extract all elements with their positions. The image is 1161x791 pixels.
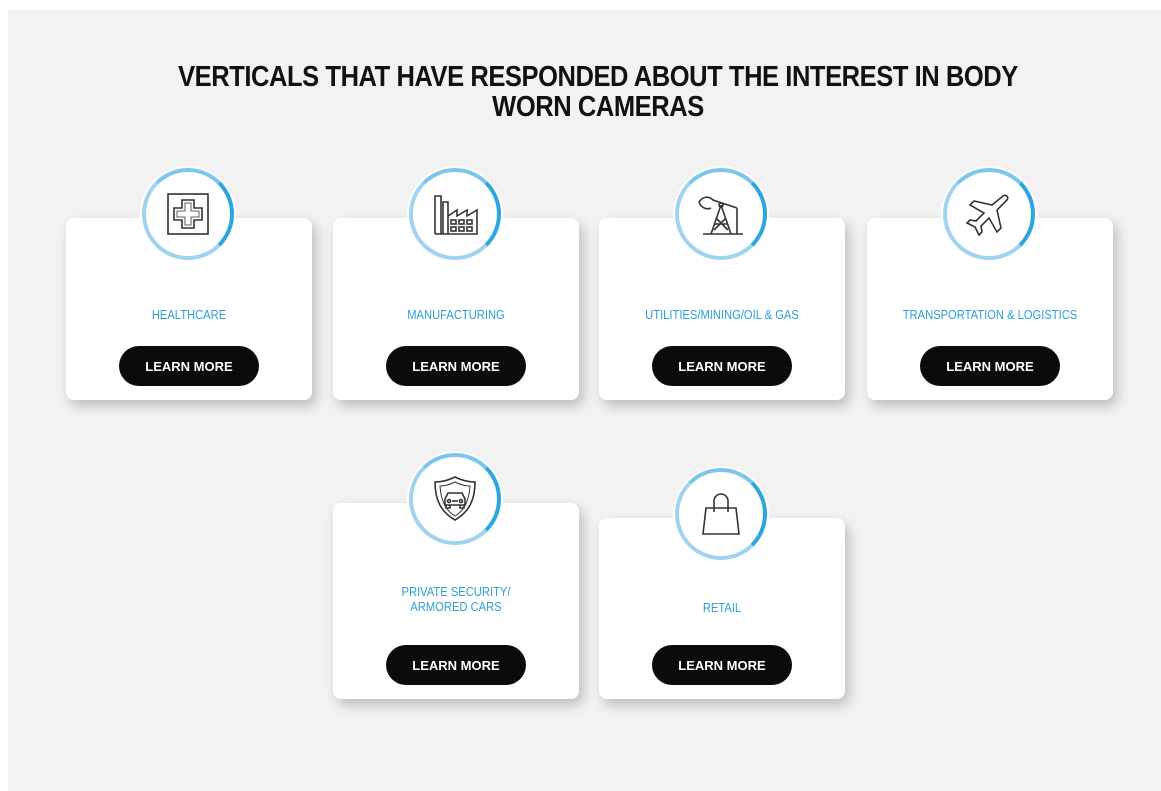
vertical-label: PRIVATE SECURITY/ ARMORED CARS <box>350 584 562 614</box>
icon-badge <box>675 168 767 260</box>
factory-icon <box>434 195 478 235</box>
vertical-card-retail: RETAIL LEARN MORE <box>599 468 845 699</box>
vertical-label: MANUFACTURING <box>350 307 562 322</box>
learn-more-button-utilities[interactable]: LEARN MORE <box>652 346 792 386</box>
shopping-bag-icon <box>702 493 740 535</box>
learn-more-button-manufacturing[interactable]: LEARN MORE <box>386 346 526 386</box>
vertical-card-manufacturing: MANUFACTURING LEARN MORE <box>333 168 579 400</box>
vertical-card-healthcare: HEALTHCARE LEARN MORE <box>66 168 312 400</box>
vertical-card-private-security: PRIVATE SECURITY/ ARMORED CARS LEARN MOR… <box>333 453 579 699</box>
vertical-label-text: ARMORED CARS <box>410 599 502 614</box>
learn-more-button-healthcare[interactable]: LEARN MORE <box>119 346 259 386</box>
vertical-label: TRANSPORTATION & LOGISTICS <box>884 307 1096 322</box>
vertical-label: UTILITIES/MINING/OIL & GAS <box>616 307 828 322</box>
vertical-label: HEALTHCARE <box>83 307 295 322</box>
section-title-line-1: VERTICALS THAT HAVE RESPONDED ABOUT THE … <box>178 61 1018 93</box>
medical-cross-icon <box>167 193 209 235</box>
learn-more-button-private-security[interactable]: LEARN MORE <box>386 645 526 685</box>
vertical-label-text: PRIVATE SECURITY/ <box>401 584 511 599</box>
icon-badge <box>943 168 1035 260</box>
vertical-label-text: RETAIL <box>702 600 742 615</box>
section-title-line-2: WORN CAMERAS <box>492 91 704 123</box>
verticals-section: VERTICALS THAT HAVE RESPONDED ABOUT THE … <box>8 10 1161 791</box>
vertical-card-utilities-mining-oil-gas: UTILITIES/MINING/OIL & GAS LEARN MORE <box>599 168 845 400</box>
icon-badge <box>142 168 234 260</box>
learn-more-button-retail[interactable]: LEARN MORE <box>652 645 792 685</box>
vertical-label-text: UTILITIES/MINING/OIL & GAS <box>645 307 799 322</box>
vertical-label-text: TRANSPORTATION & LOGISTICS <box>902 307 1078 322</box>
vertical-label: RETAIL <box>616 600 828 615</box>
section-title: VERTICALS THAT HAVE RESPONDED ABOUT THE … <box>79 62 1117 122</box>
vertical-label-text: MANUFACTURING <box>407 307 505 322</box>
airplane-icon <box>965 194 1009 237</box>
icon-badge <box>409 453 501 545</box>
learn-more-button-transportation[interactable]: LEARN MORE <box>920 346 1060 386</box>
icon-badge <box>675 468 767 560</box>
oil-pump-icon <box>698 196 743 235</box>
vertical-card-transportation-logistics: TRANSPORTATION & LOGISTICS LEARN MORE <box>867 168 1113 400</box>
armored-car-shield-icon <box>434 476 476 521</box>
icon-badge <box>409 168 501 260</box>
vertical-label-text: HEALTHCARE <box>151 307 227 322</box>
